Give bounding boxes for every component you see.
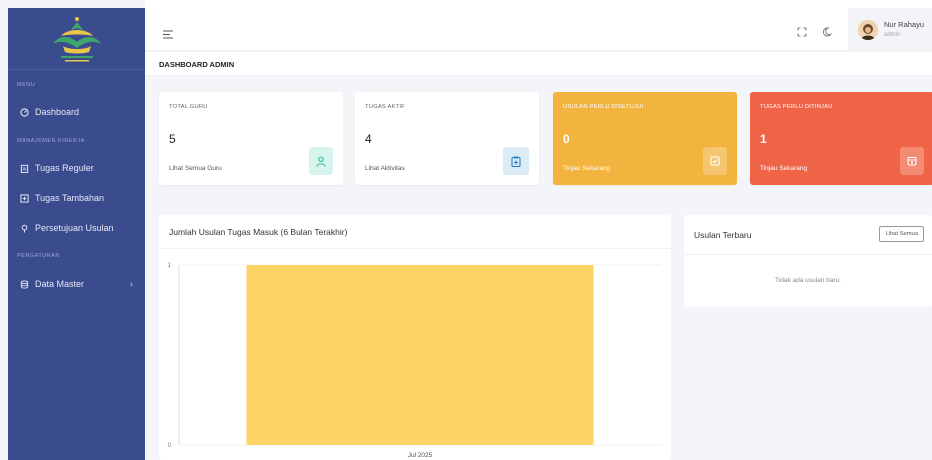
pengaturan-section-label: PENGATURAN: [17, 253, 60, 259]
recent-panel: Usulan Terbaru Lihat Semua Tidak ada usu…: [684, 215, 932, 307]
gauge-icon: [19, 107, 29, 117]
avatar: [858, 19, 878, 40]
card-value: 5: [169, 132, 176, 146]
emblem-icon: [52, 16, 101, 61]
calendar-icon: [900, 147, 924, 175]
bar: [246, 265, 594, 445]
sidebar-item-persetujuan-usulan[interactable]: Persetujuan Usulan: [8, 218, 145, 238]
view-all-button[interactable]: Lihat Semua: [879, 226, 924, 242]
logo: [8, 8, 145, 70]
card-tugas-ditinjau: TUGAS PERLU DITINJAU 1 Tinjau Sekarang: [750, 92, 932, 185]
user-menu[interactable]: Nur Rahayu admin: [848, 8, 932, 51]
sidebar-item-dashboard[interactable]: Dashboard: [8, 102, 145, 122]
sidebar-item-tugas-tambahan[interactable]: Tugas Tambahan: [8, 188, 145, 208]
empty-message: Tidak ada usulan baru.: [775, 277, 841, 284]
card-label: TOTAL GURU: [169, 104, 208, 110]
fullscreen-icon[interactable]: [797, 24, 807, 42]
y-tick-label: 1: [168, 263, 172, 269]
check-square-icon: [703, 147, 727, 175]
card-value: 0: [563, 132, 570, 146]
user-role: admin: [884, 31, 901, 38]
page-header: DASHBOARD ADMIN: [145, 52, 932, 76]
chevron-right-icon: ›: [130, 279, 133, 289]
recent-title: Usulan Terbaru: [694, 230, 752, 240]
recent-panel-header: Usulan Terbaru Lihat Semua: [684, 215, 932, 255]
sidebar-item-label: Data Master: [35, 279, 85, 289]
kinerja-section-label: MANAJEMEN KINERJA: [17, 138, 85, 144]
card-link[interactable]: Lihat Aktivitas: [365, 165, 405, 172]
card-link[interactable]: Tinjau Sekarang: [760, 165, 807, 172]
plus-square-icon: [19, 193, 29, 203]
sidebar-item-label: Dashboard: [35, 107, 80, 117]
database-icon: [19, 279, 29, 289]
card-usulan-disetujui: USULAN PERLU DISETUJUI 0 Tinjau Sekarang: [553, 92, 737, 185]
user-name: Nur Rahayu: [884, 19, 925, 29]
topbar: Nur Rahayu admin: [145, 0, 932, 51]
card-total-guru: TOTAL GURU 5 Lihat Semua Guru: [159, 92, 343, 185]
user-icon: [309, 147, 333, 175]
card-label: TUGAS AKTIF: [365, 104, 405, 110]
sidebar-item-tugas-reguler[interactable]: Tugas Reguler: [8, 158, 145, 178]
sidebar-item-label: Tugas Reguler: [35, 163, 94, 173]
y-tick-label: 0: [168, 443, 172, 449]
card-value: 4: [365, 132, 372, 146]
card-label: USULAN PERLU DISETUJUI: [563, 104, 644, 110]
card-link[interactable]: Lihat Semua Guru: [169, 165, 222, 172]
card-tugas-aktif: TUGAS AKTIF 4 Lihat Aktivitas: [355, 92, 539, 185]
clipboard-icon: [19, 163, 29, 173]
sidebar-item-label: Persetujuan Usulan: [35, 223, 114, 233]
dark-mode-icon[interactable]: [822, 24, 833, 42]
card-value: 1: [760, 132, 767, 146]
bar-chart: 0 1 Jul 2025: [168, 263, 661, 459]
card-label: TUGAS PERLU DITINJAU: [760, 104, 833, 110]
clipboard-icon: [503, 147, 529, 175]
menu-toggle-icon[interactable]: [163, 26, 174, 44]
sidebar-item-data-master[interactable]: Data Master ›: [8, 274, 145, 294]
sidebar: MENU Dashboard MANAJEMEN KINERJA Tugas R…: [8, 8, 145, 460]
menu-section-label: MENU: [17, 82, 36, 88]
chart-panel: Jumlah Usulan Tugas Masuk (6 Bulan Terak…: [159, 215, 671, 460]
page-title: DASHBOARD ADMIN: [159, 60, 235, 69]
card-link[interactable]: Tinjau Sekarang: [563, 165, 610, 172]
sidebar-item-label: Tugas Tambahan: [35, 193, 105, 203]
x-tick-label: Jul 2025: [408, 452, 433, 459]
pin-icon: [19, 223, 29, 233]
